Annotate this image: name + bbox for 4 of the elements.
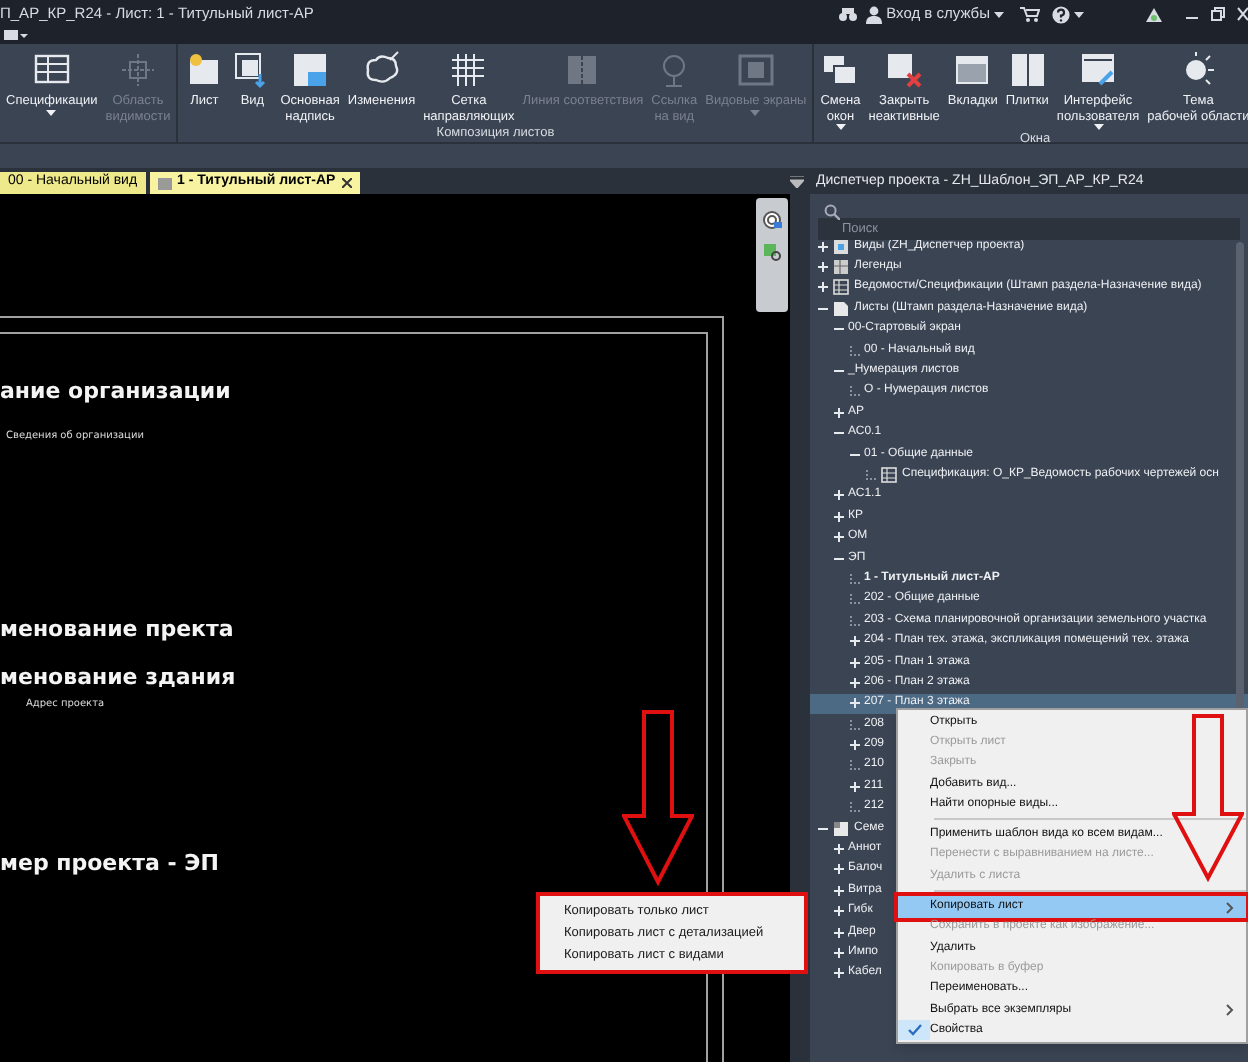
sheet-heading: мер проекта - ЭП bbox=[0, 848, 219, 880]
sheet-heading: менование здания bbox=[0, 662, 236, 694]
sheet-heading: менование пректа bbox=[0, 614, 234, 646]
sheet-heading: ание организации bbox=[0, 376, 231, 408]
